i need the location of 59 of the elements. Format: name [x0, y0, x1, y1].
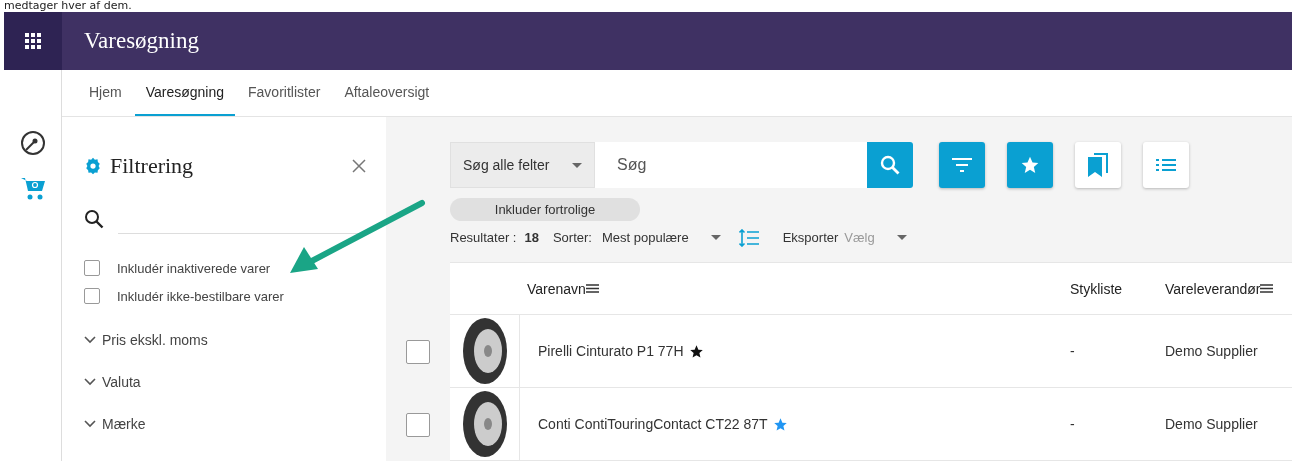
column-header[interactable]: Varenavn [520, 263, 1055, 314]
search-field[interactable]: Søg [595, 142, 867, 188]
include-confidential-chip[interactable]: Inkluder fortrolige [450, 198, 640, 221]
sort-order-icon[interactable] [738, 228, 759, 247]
star-icon [1020, 155, 1040, 175]
checkbox[interactable] [84, 260, 100, 276]
caret-icon [896, 235, 907, 241]
product-name[interactable]: Pirelli Cinturato P1 77H [538, 343, 684, 359]
close-icon [350, 157, 368, 175]
checkbox[interactable] [84, 288, 100, 304]
caret-icon [710, 235, 721, 241]
product-name[interactable]: Conti ContiTouringContact CT22 87T [538, 416, 768, 432]
table-cell: - [1070, 343, 1075, 359]
table-cell: - [1070, 416, 1075, 432]
results-count: 18 [524, 230, 539, 246]
cart-search-icon [19, 176, 46, 202]
export-label: Eksporter [782, 230, 839, 246]
toolbar-button[interactable] [1143, 142, 1189, 188]
apps-grid-button[interactable] [4, 12, 62, 70]
search-scope-dropdown[interactable]: Søg alle felter [450, 142, 595, 188]
checkbox-label: Inkludér inaktiverede varer [117, 260, 271, 276]
filter-icon [952, 158, 972, 172]
sort-label: Sorter: [552, 230, 592, 246]
chevron-icon [84, 378, 96, 386]
table-cell: Demo Supplier [1165, 343, 1258, 359]
nav-tab[interactable]: Hjem [78, 70, 133, 116]
nav-tab[interactable]: Aftaleoversigt [333, 70, 441, 116]
search-icon [880, 155, 900, 175]
panel-title: Filtrering [110, 153, 195, 179]
toolbar-button[interactable] [1007, 142, 1053, 188]
table-cell: Demo Supplier [1165, 416, 1258, 432]
document-text: medtager hver af dem. [3, 0, 133, 12]
toolbar-button[interactable] [1075, 142, 1121, 188]
filter-section-toggle[interactable]: Mærke [84, 416, 368, 432]
toolbar-button[interactable] [939, 142, 985, 188]
close-button[interactable] [350, 157, 368, 175]
filter-section-toggle[interactable]: Valuta [84, 374, 368, 390]
sort-menu-icon [585, 284, 599, 293]
sort-menu-icon [1260, 284, 1274, 293]
chevron-icon [84, 420, 96, 428]
gear-icon [84, 157, 102, 175]
row-checkbox[interactable] [406, 412, 430, 437]
chevron-icon [84, 336, 96, 344]
column-header[interactable]: Stykliste [1055, 263, 1150, 314]
results-label: Resultater : [450, 230, 517, 246]
nav-tab[interactable]: Favoritlister [237, 70, 332, 116]
gauge-icon [19, 130, 46, 156]
grid-icon [25, 33, 41, 49]
search-button[interactable] [867, 142, 913, 188]
row-checkbox[interactable] [406, 339, 430, 364]
list-icon [1156, 159, 1176, 171]
bookmarks-icon [1088, 153, 1108, 177]
caret-icon [572, 162, 582, 168]
column-header[interactable]: Vareleverandør [1150, 263, 1292, 314]
sort-dropdown[interactable]: Mest populære [601, 230, 721, 246]
filter-section-toggle[interactable]: Pris ekskl. moms [84, 332, 368, 348]
checkbox-label: Inkludér ikke-bestilbare varer [117, 288, 284, 304]
app-title: Varesøgning [83, 27, 199, 55]
search-icon [84, 208, 104, 229]
